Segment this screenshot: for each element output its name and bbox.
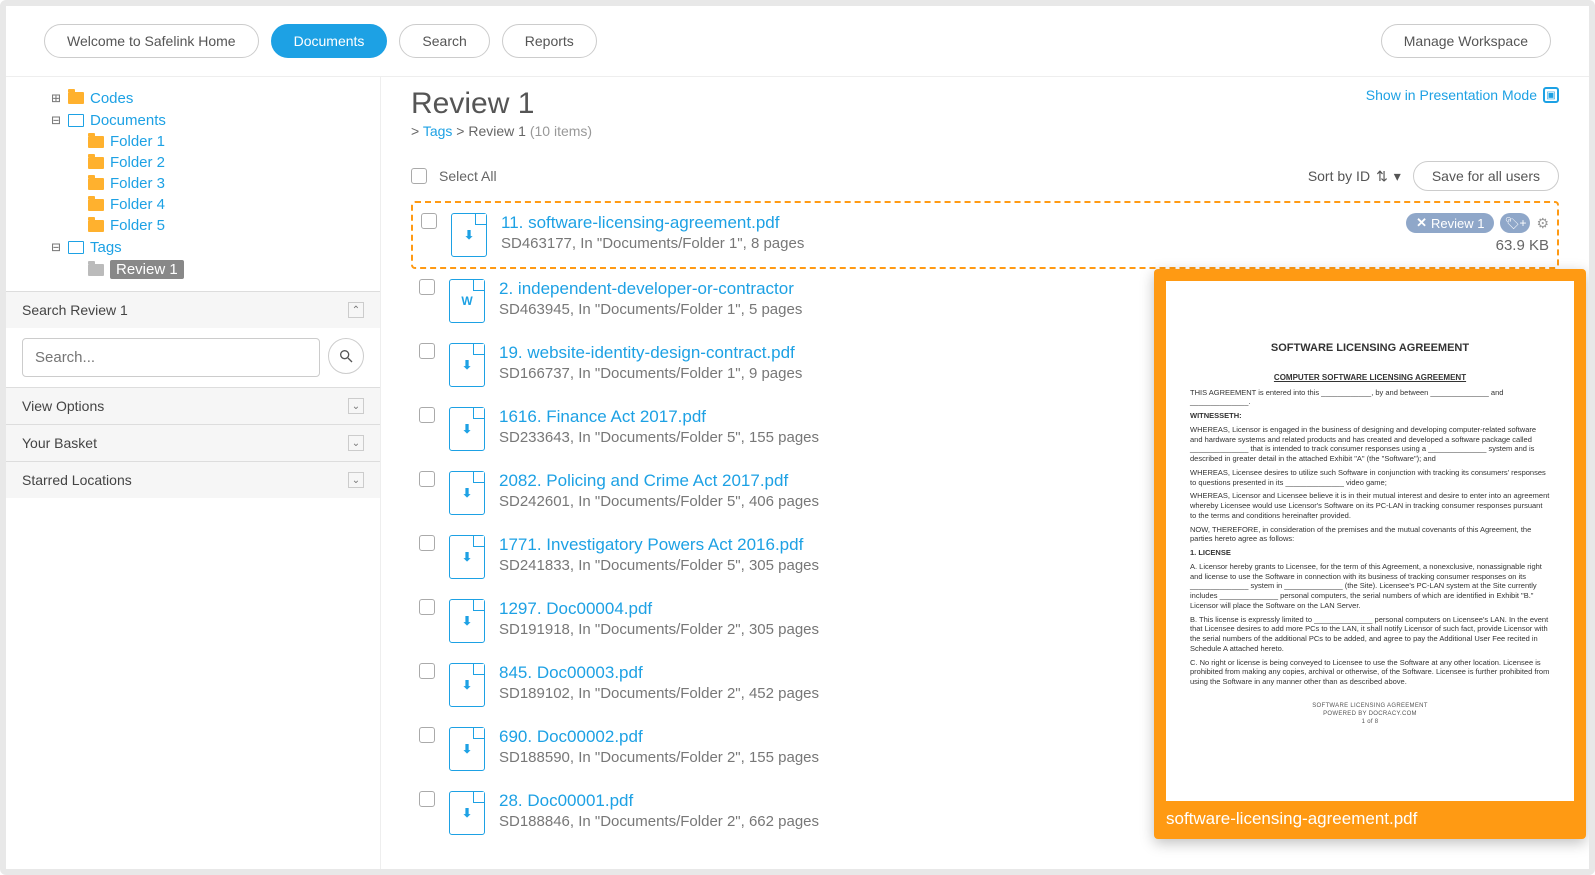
page-title: Review 1 — [411, 87, 592, 121]
tree-folder[interactable]: Folder 4 — [110, 196, 165, 213]
file-icon: ⬇ — [449, 727, 485, 771]
book-icon — [68, 241, 84, 254]
remove-tag-icon[interactable]: ✕ — [1416, 215, 1427, 231]
presentation-mode-link[interactable]: Show in Presentation Mode ▣ — [1366, 87, 1559, 103]
collapse-icon[interactable]: ⊟ — [50, 111, 62, 129]
book-icon — [68, 114, 84, 127]
row-checkbox[interactable] — [419, 663, 435, 679]
select-all-checkbox[interactable] — [411, 168, 427, 184]
top-nav: Welcome to Safelink Home Documents Searc… — [6, 6, 1589, 77]
folder-icon — [68, 92, 84, 104]
preview-caption: software-licensing-agreement.pdf — [1166, 809, 1574, 829]
tree-folder[interactable]: Folder 2 — [110, 154, 165, 171]
tree-folder[interactable]: Folder 3 — [110, 175, 165, 192]
document-meta: SD463177, In "Documents/Folder 1", 8 pag… — [501, 235, 1365, 252]
folder-icon — [88, 157, 104, 169]
tree-documents[interactable]: Documents — [90, 112, 166, 129]
sort-icon: ⇅ — [1376, 168, 1388, 185]
chevron-down-icon: ⌄ — [348, 398, 364, 414]
file-icon: ⬇ — [449, 791, 485, 835]
file-icon: W — [449, 279, 485, 323]
search-input[interactable] — [22, 338, 320, 377]
nav-reports[interactable]: Reports — [502, 24, 597, 58]
document-row[interactable]: ⬇ 11. software-licensing-agreement.pdf SD4… — [411, 201, 1559, 269]
row-checkbox[interactable] — [419, 535, 435, 551]
file-icon: ⬇ — [449, 407, 485, 451]
file-icon: ⬇ — [449, 471, 485, 515]
sidebar: ⊞ Codes ⊟ Documents Folder 1 Folder 2 Folder… — [6, 77, 381, 869]
folder-icon — [88, 220, 104, 232]
folder-icon — [88, 199, 104, 211]
item-count: (10 items) — [530, 123, 592, 139]
folder-tree: ⊞ Codes ⊟ Documents Folder 1 Folder 2 Folder… — [6, 77, 380, 291]
row-checkbox[interactable] — [419, 279, 435, 295]
file-icon: ⬇ — [449, 343, 485, 387]
crumb-tags[interactable]: Tags — [423, 123, 453, 139]
row-checkbox[interactable] — [419, 471, 435, 487]
nav-search[interactable]: Search — [399, 24, 489, 58]
row-checkbox[interactable] — [421, 213, 437, 229]
folder-icon — [88, 264, 104, 276]
add-tag-button[interactable]: 🏷+ — [1500, 213, 1530, 233]
document-title[interactable]: 11. software-licensing-agreement.pdf — [501, 213, 1365, 233]
manage-workspace-button[interactable]: Manage Workspace — [1381, 24, 1551, 58]
folder-icon — [88, 178, 104, 190]
collapse-icon[interactable]: ⊟ — [50, 238, 62, 256]
nav-documents[interactable]: Documents — [271, 24, 388, 58]
tree-folder[interactable]: Folder 5 — [110, 217, 165, 234]
document-preview-popup: SOFTWARE LICENSING AGREEMENT COMPUTER SO… — [1154, 269, 1586, 839]
tree-codes[interactable]: Codes — [90, 90, 133, 107]
chevron-up-icon: ⌃ — [348, 302, 364, 318]
save-for-all-button[interactable]: Save for all users — [1413, 161, 1559, 191]
row-checkbox[interactable] — [419, 407, 435, 423]
presentation-icon: ▣ — [1543, 87, 1559, 103]
tree-tags[interactable]: Tags — [90, 239, 122, 256]
starred-panel[interactable]: Starred Locations⌄ — [6, 462, 380, 498]
row-checkbox[interactable] — [419, 599, 435, 615]
search-icon — [338, 348, 354, 364]
chevron-down-icon: ⌄ — [348, 472, 364, 488]
expand-icon[interactable]: ⊞ — [50, 89, 62, 107]
breadcrumb: > Tags > Review 1 (10 items) — [411, 123, 592, 139]
search-button[interactable] — [328, 338, 364, 374]
row-checkbox[interactable] — [419, 791, 435, 807]
tree-review1[interactable]: Review 1 — [110, 260, 184, 279]
nav-welcome[interactable]: Welcome to Safelink Home — [44, 24, 259, 58]
crumb-current: Review 1 — [468, 123, 526, 139]
select-all-label: Select All — [439, 168, 497, 184]
tree-folder[interactable]: Folder 1 — [110, 133, 165, 150]
chevron-down-icon: ▾ — [1394, 168, 1401, 185]
chevron-down-icon: ⌄ — [348, 435, 364, 451]
preview-page: SOFTWARE LICENSING AGREEMENT COMPUTER SO… — [1166, 281, 1574, 801]
sort-dropdown[interactable]: Sort by ID⇅▾ — [1308, 168, 1401, 185]
basket-panel[interactable]: Your Basket⌄ — [6, 425, 380, 461]
file-icon: ⬇ — [449, 535, 485, 579]
search-panel-header[interactable]: Search Review 1⌃ — [6, 292, 380, 328]
review-tag-badge[interactable]: ✕Review 1 — [1406, 213, 1494, 233]
main-content: Review 1 > Tags > Review 1 (10 items) Sh… — [381, 77, 1589, 869]
row-checkbox[interactable] — [419, 727, 435, 743]
file-icon: ⬇ — [449, 663, 485, 707]
view-options-panel[interactable]: View Options⌄ — [6, 388, 380, 424]
file-icon: ⬇ — [451, 213, 487, 257]
row-checkbox[interactable] — [419, 343, 435, 359]
folder-icon — [88, 136, 104, 148]
file-icon: ⬇ — [449, 599, 485, 643]
file-size: 63.9 KB — [1496, 237, 1549, 254]
gear-icon[interactable]: ⚙ — [1536, 215, 1549, 232]
